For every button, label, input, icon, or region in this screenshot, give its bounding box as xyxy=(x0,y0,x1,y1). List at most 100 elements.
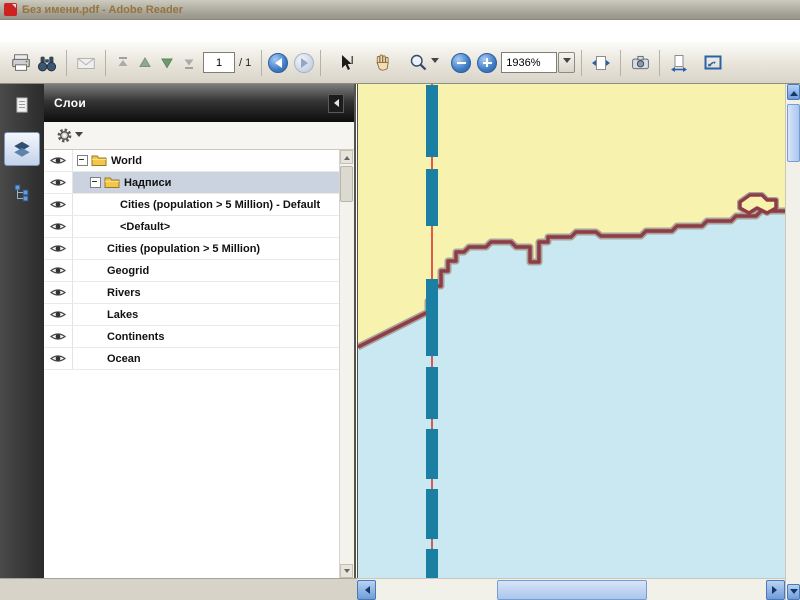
last-page-button[interactable] xyxy=(178,50,200,76)
layer-row[interactable]: Ocean xyxy=(44,348,340,370)
layer-label: Continents xyxy=(107,331,164,343)
expand-collapse-box[interactable] xyxy=(90,177,101,188)
select-tool-button[interactable] xyxy=(333,50,359,76)
full-screen-button[interactable] xyxy=(700,50,726,76)
zoom-tool-dropdown-icon[interactable] xyxy=(431,58,439,67)
layer-row[interactable]: Cities (population > 5 Million) - Defaul… xyxy=(44,194,340,216)
vertical-scrollbar[interactable] xyxy=(785,84,800,600)
toolbar-separator xyxy=(66,50,67,76)
fit-page-button[interactable] xyxy=(666,50,692,76)
options-gear-button[interactable] xyxy=(56,127,83,144)
layer-visibility-toggle[interactable] xyxy=(44,238,73,259)
hand-tool-button[interactable] xyxy=(369,50,395,76)
layer-row[interactable]: Rivers xyxy=(44,282,340,304)
document-page[interactable] xyxy=(357,84,786,578)
model-tree-panel-tab[interactable] xyxy=(5,176,39,208)
layer-row-body[interactable]: Надписи xyxy=(73,172,340,193)
layer-row[interactable]: Continents xyxy=(44,326,340,348)
eye-icon xyxy=(50,199,66,210)
select-cursor-icon xyxy=(336,53,356,73)
zoom-marquee-button[interactable] xyxy=(405,50,431,76)
layer-row[interactable]: Cities (population > 5 Million) xyxy=(44,238,340,260)
pages-panel-tab[interactable] xyxy=(5,90,39,122)
layers-panel-tab[interactable] xyxy=(4,132,40,166)
minus-icon xyxy=(79,159,84,160)
layer-visibility-toggle[interactable] xyxy=(44,326,73,347)
search-button[interactable] xyxy=(34,50,60,76)
fit-width-icon xyxy=(591,53,611,73)
layer-visibility-toggle[interactable] xyxy=(44,194,73,215)
next-view-button[interactable] xyxy=(294,53,314,73)
collapse-panel-button[interactable] xyxy=(328,94,344,113)
layer-row-body[interactable]: Geogrid xyxy=(73,260,340,281)
layer-visibility-toggle[interactable] xyxy=(44,348,73,369)
eye-icon xyxy=(50,353,66,364)
collapse-arrow-icon xyxy=(330,99,339,107)
expand-collapse-box[interactable] xyxy=(77,155,88,166)
layer-label: Lakes xyxy=(107,309,138,321)
scroll-down-button[interactable] xyxy=(340,564,353,578)
eye-icon xyxy=(50,287,66,298)
layer-row-body[interactable]: Lakes xyxy=(73,304,340,325)
layer-visibility-toggle[interactable] xyxy=(44,150,73,171)
layer-row[interactable]: World xyxy=(44,150,340,172)
scroll-thumb[interactable] xyxy=(340,166,353,202)
scroll-left-button[interactable] xyxy=(357,580,376,600)
printer-icon xyxy=(10,52,32,74)
layer-row-body[interactable]: Rivers xyxy=(73,282,340,303)
layer-row-body[interactable]: <Default> xyxy=(73,216,340,237)
back-arrow-icon xyxy=(270,58,282,68)
first-page-icon xyxy=(114,54,132,72)
layer-row-body[interactable]: Cities (population > 5 Million) - Defaul… xyxy=(73,194,340,215)
adobe-reader-window: Без имени.pdf - Adobe Reader xyxy=(0,0,800,600)
toolbar-separator xyxy=(320,50,321,76)
fit-width-button[interactable] xyxy=(588,50,614,76)
horizontal-scroll-thumb[interactable] xyxy=(497,580,647,600)
vertical-scroll-thumb[interactable] xyxy=(787,104,800,162)
layer-row-body[interactable]: Continents xyxy=(73,326,340,347)
camera-icon xyxy=(630,52,651,73)
previous-page-button[interactable] xyxy=(134,50,156,76)
layer-row-body[interactable]: Cities (population > 5 Million) xyxy=(73,238,340,259)
layer-row-body[interactable]: World xyxy=(73,150,340,171)
layer-label: Надписи xyxy=(124,177,171,189)
layers-tree-scrollbar[interactable] xyxy=(339,150,354,578)
eye-icon xyxy=(50,221,66,232)
scroll-up-button[interactable] xyxy=(340,150,353,164)
layer-label: Cities (population > 5 Million) xyxy=(107,243,260,255)
pages-icon xyxy=(13,96,31,116)
layer-row[interactable]: Lakes xyxy=(44,304,340,326)
layer-row[interactable]: Надписи xyxy=(44,172,340,194)
zoom-in-button[interactable] xyxy=(477,53,497,73)
scroll-right-button[interactable] xyxy=(766,580,785,600)
layer-row[interactable]: <Default> xyxy=(44,216,340,238)
zoom-dropdown-button[interactable] xyxy=(558,52,575,73)
zoom-out-button[interactable] xyxy=(451,53,471,73)
layers-panel-header: Слои xyxy=(44,84,354,122)
first-page-button[interactable] xyxy=(112,50,134,76)
window-title: Без имени.pdf - Adobe Reader xyxy=(22,4,183,16)
scroll-down-button[interactable] xyxy=(787,584,800,600)
snapshot-button[interactable] xyxy=(627,50,653,76)
layer-row[interactable]: Geogrid xyxy=(44,260,340,282)
next-page-button[interactable] xyxy=(156,50,178,76)
triangle-up-icon xyxy=(790,87,798,96)
eye-icon xyxy=(50,309,66,320)
zoom-level-input[interactable] xyxy=(501,52,557,73)
email-button[interactable] xyxy=(73,50,99,76)
page-number-input[interactable] xyxy=(203,52,235,73)
layer-visibility-toggle[interactable] xyxy=(44,216,73,237)
email-icon xyxy=(75,52,97,74)
previous-view-button[interactable] xyxy=(268,53,288,73)
scroll-up-button[interactable] xyxy=(787,84,800,100)
print-button[interactable] xyxy=(8,50,34,76)
triangle-down-icon xyxy=(344,569,350,576)
triangle-right-icon xyxy=(772,586,781,594)
layer-visibility-toggle[interactable] xyxy=(44,304,73,325)
layer-row-body[interactable]: Ocean xyxy=(73,348,340,369)
layer-visibility-toggle[interactable] xyxy=(44,260,73,281)
horizontal-scrollbar[interactable] xyxy=(357,578,785,600)
fit-page-icon xyxy=(669,53,689,73)
layer-visibility-toggle[interactable] xyxy=(44,172,73,193)
layer-visibility-toggle[interactable] xyxy=(44,282,73,303)
